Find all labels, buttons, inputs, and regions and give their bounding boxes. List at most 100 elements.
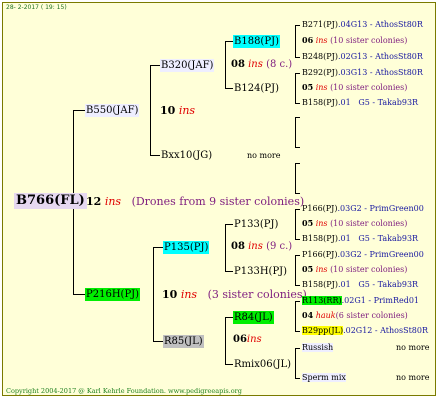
connector	[295, 163, 296, 193]
g4-b1: B292(PJ).03G13 - AthosSt80R	[302, 67, 423, 78]
g4-a1: B271(PJ).04G13 - AthosSt80R	[302, 19, 423, 30]
g4-e3-breeder: G12 - AthosSt80R	[355, 326, 428, 335]
dd-queen[interactable]: B320(JAF)	[160, 59, 215, 72]
dds-queen[interactable]: B124(PJ)	[233, 82, 280, 95]
ds-nomore: no more	[247, 151, 281, 160]
connector	[295, 331, 300, 332]
g4-b3-id[interactable]: B158(PJ)	[302, 98, 338, 107]
g4-a2: 06 ins (10 sister colonies)	[302, 35, 407, 46]
connector	[295, 25, 300, 26]
g4-f3-nomore: no more	[396, 373, 430, 382]
connector	[295, 117, 296, 147]
g4-b2-note: (10 sister colonies)	[330, 83, 408, 92]
ds-queen[interactable]: Bxx10(JG)	[160, 149, 213, 162]
connector	[225, 41, 233, 42]
sss-queen[interactable]: Rmix06(JL)	[233, 358, 292, 371]
g4-e1-breeder: G1 - PrimRed01	[354, 296, 420, 305]
g4-d3: B158(PJ).01 G5 - Takab93R	[302, 279, 418, 290]
g4-f3-id[interactable]: Sperm mix	[302, 373, 346, 382]
g4-d3-breeder: G5 - Takab93R	[358, 280, 419, 289]
dam-num: 10	[160, 104, 176, 117]
g4-e1-id[interactable]: R113(RR)	[302, 296, 342, 305]
g4-c3-code: .01	[337, 234, 351, 243]
connector	[153, 247, 163, 248]
g4-a3-breeder: G13 - AthosSt80R	[350, 52, 423, 61]
g4-a3-id[interactable]: B248(PJ)	[302, 52, 338, 61]
connector	[150, 155, 160, 156]
g4-c3: B158(PJ).01 G5 - Takab93R	[302, 233, 418, 244]
g4-d1-breeder: G2 - PrimGreen00	[350, 250, 424, 259]
connector	[295, 73, 300, 74]
ss-queen[interactable]: R85(JL)	[163, 335, 204, 348]
g4-c1-id[interactable]: P166(PJ)	[302, 204, 337, 213]
g4-d3-id[interactable]: B158(PJ)	[302, 280, 338, 289]
connector	[295, 209, 300, 210]
dam-queen[interactable]: B550(JAF)	[85, 104, 140, 117]
connector	[295, 255, 296, 285]
g4-f1: Russish	[302, 342, 334, 353]
connector	[225, 317, 226, 364]
connector	[295, 147, 300, 148]
g4-d1-code: .03	[337, 250, 351, 259]
connector	[153, 247, 154, 341]
root-num: 12	[86, 195, 102, 208]
connector	[295, 239, 300, 240]
connector	[150, 65, 160, 66]
root-info: 12 ins (Drones from 9 sister colonies)	[86, 195, 304, 208]
g4-a2-num: 06	[302, 35, 314, 45]
g4-f1-nomore: no more	[396, 343, 430, 352]
sd-note: (9 c.)	[266, 241, 293, 252]
connector	[295, 209, 296, 239]
g4-b1-code: .03	[337, 68, 351, 77]
connector	[295, 103, 300, 104]
pedigree-page: 28- 2-2017 ( 19: 15) B766(FL) 12 ins (Dr…	[2, 2, 436, 396]
ssd-queen[interactable]: R84(JL)	[233, 311, 274, 324]
g4-c1-code: .03	[337, 204, 351, 213]
g4-f3: Sperm mix	[302, 372, 346, 383]
g4-d1-id[interactable]: P166(PJ)	[302, 250, 337, 259]
g4-d2-num: 05	[302, 264, 314, 274]
dd-note: (8 c.)	[266, 59, 293, 70]
sire-num: 10	[162, 288, 178, 301]
connector	[295, 301, 300, 302]
connector	[295, 193, 300, 194]
g4-e3-code: .02	[343, 326, 356, 335]
sds-queen[interactable]: P133H(PJ)	[233, 265, 288, 278]
connector	[153, 341, 163, 342]
connector	[295, 378, 300, 379]
g4-e3-id[interactable]: B29pp(JL)	[302, 326, 344, 335]
sd-ins: ins	[248, 241, 263, 252]
connector	[225, 224, 233, 225]
connector	[225, 88, 233, 89]
root-queen[interactable]: B766(FL)	[14, 193, 87, 209]
ddd-queen[interactable]: B188(PJ)	[233, 35, 280, 48]
ssd-num: 06	[233, 334, 247, 345]
root-ins: ins	[104, 195, 122, 208]
dam-ins: ins	[178, 104, 196, 117]
g4-b2: 05 ins (10 sister colonies)	[302, 82, 407, 93]
sire-queen[interactable]: P216H(PJ)	[85, 288, 141, 301]
g4-c2-note: (10 sister colonies)	[330, 219, 408, 228]
g4-f1-id[interactable]: Russish	[302, 343, 334, 352]
connector	[295, 73, 296, 103]
sd-queen[interactable]: P135(PJ)	[163, 241, 210, 254]
g4-d2: 05 ins (10 sister colonies)	[302, 264, 407, 275]
g4-e2-note: (6 sister colonies)	[335, 311, 408, 320]
timestamp-header: 28- 2-2017 ( 19: 15)	[6, 4, 67, 11]
g4-c2-num: 05	[302, 218, 314, 228]
connector	[225, 224, 226, 271]
g4-a1-breeder: G13 - AthosSt80R	[350, 20, 423, 29]
ssd-ins: ins	[246, 334, 262, 345]
g4-c1: P166(PJ).03G2 - PrimGreen00	[302, 203, 424, 214]
g4-c3-id[interactable]: B158(PJ)	[302, 234, 338, 243]
connector	[295, 25, 296, 57]
sdd-queen[interactable]: P133(PJ)	[233, 218, 279, 231]
g4-b2-ins: ins	[315, 83, 328, 92]
g4-d3-code: .01	[337, 280, 351, 289]
g4-b1-id[interactable]: B292(PJ)	[302, 68, 338, 77]
sd-num: 08	[231, 241, 245, 252]
sire-info: 10 ins (3 sister colonies)	[162, 288, 307, 301]
g4-e1: R113(RR).02G1 - PrimRed01	[302, 295, 419, 306]
g4-a1-id[interactable]: B271(PJ)	[302, 20, 338, 29]
connector	[295, 163, 300, 164]
